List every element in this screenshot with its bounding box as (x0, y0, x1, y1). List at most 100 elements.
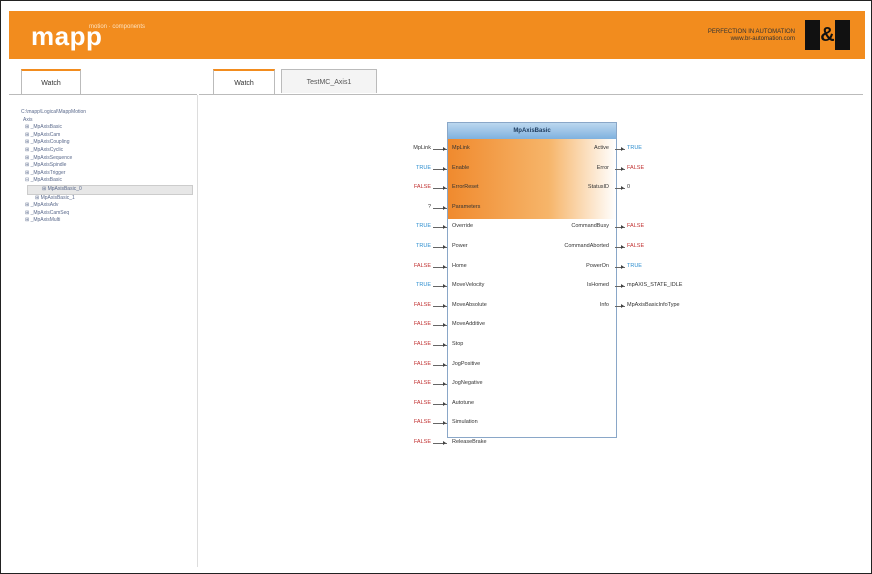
tree-item[interactable]: ⊞ _MpAxisTrigger (21, 170, 193, 178)
tab-watch[interactable]: Watch (213, 69, 275, 95)
app-frame: mapp motion · components PERFECTION IN A… (0, 0, 872, 574)
fb-input-value[interactable]: TRUE (379, 243, 431, 249)
tree-item[interactable]: ⊞ MpAxisBasic_1 (21, 195, 193, 203)
fb-output-value[interactable]: FALSE (627, 223, 644, 229)
tree-item[interactable]: ⊟ _MpAxisBasic (21, 177, 193, 185)
tree-item[interactable]: Axis (21, 117, 193, 125)
fb-output-pin: CommandBusy (571, 223, 609, 230)
fb-input-value[interactable]: FALSE (379, 361, 431, 367)
fb-output-pin: PowerOn (586, 262, 609, 269)
fb-input-pin: MoveAbsolute (452, 301, 487, 308)
fb-input-arrow (443, 225, 446, 230)
fb-input-arrow (443, 284, 446, 289)
fb-input-arrow (443, 186, 446, 191)
fb-input-arrow (443, 303, 446, 308)
fb-output-value[interactable]: TRUE (627, 145, 642, 151)
fb-output-pin: Info (599, 301, 609, 308)
fb-input-value[interactable]: ? (379, 204, 431, 210)
fb-input-value[interactable]: FALSE (379, 439, 431, 445)
fb-input-arrow (443, 401, 446, 406)
tree-items: Axis ⊞ _MpAxisBasic ⊞ _MpAxisCam ⊞ _MpAxisC… (21, 117, 193, 225)
tree-item[interactable]: ⊞ _MpAxisAdv (21, 202, 193, 210)
fb-input-arrow (443, 382, 446, 387)
fb-input-value[interactable]: TRUE (379, 165, 431, 171)
fb-input-arrow (443, 264, 446, 269)
sidebar-tab-watch[interactable]: Watch (21, 69, 81, 95)
fb-input-pin: MoveVelocity (452, 282, 485, 289)
logo-subtitle: motion · components (89, 24, 146, 30)
fb-input-pin: JogNegative (452, 380, 483, 387)
fb-output-arrow (621, 284, 624, 289)
tree-item[interactable]: ⊞ MpAxisBasic_0 (27, 184, 193, 195)
tree-item[interactable]: ⊞ _MpAxisCyclic (21, 147, 193, 155)
tree-item[interactable]: ⊞ _MpAxisCam (21, 132, 193, 140)
fb-output-value[interactable]: MpAxisBasicInfoType (627, 302, 680, 308)
fb-output-arrow (621, 166, 624, 171)
app-header: mapp motion · components PERFECTION IN A… (9, 11, 865, 59)
fb-input-arrow (443, 147, 446, 151)
fb-input-arrow (443, 421, 446, 426)
fb-output-value[interactable]: mpAXIS_STATE_IDLE (627, 282, 682, 288)
fb-input-value[interactable]: TRUE (379, 223, 431, 229)
fb-input-value[interactable]: FALSE (379, 400, 431, 406)
function-block-title: MpAxisBasic (448, 123, 616, 139)
fb-output-pin: Error (596, 164, 609, 171)
fb-input-pin: MoveAdditive (452, 321, 486, 328)
fb-input-value[interactable]: TRUE (379, 282, 431, 288)
fb-output-value[interactable]: 0 (627, 184, 630, 190)
fb-input-pin: MpLink (452, 145, 470, 151)
tree-root[interactable]: C:\mapp\Logical\MappMotion (21, 109, 193, 117)
fb-input-value[interactable]: FALSE (379, 341, 431, 347)
fb-input-arrow (443, 245, 446, 249)
br-logo: & (805, 20, 853, 52)
tree-item[interactable]: ⊞ _MpAxisCamSeq (21, 210, 193, 218)
fb-output-value[interactable]: FALSE (627, 243, 644, 249)
fb-input-arrow (443, 343, 446, 347)
fb-output-arrow (621, 245, 624, 249)
br-logo-left-block (805, 20, 820, 50)
fb-output-arrow (621, 303, 624, 308)
main-tab-divider (199, 94, 863, 95)
fb-output-pin: StatusID (587, 184, 609, 191)
fb-output-pin: CommandAborted (564, 243, 609, 249)
fb-input-pin: Parameters (452, 203, 481, 210)
sidebar: C:\mapp\Logical\MappMotion Axis ⊞ _MpAxis… (9, 95, 198, 567)
fb-output-pin: IsHomed (586, 282, 609, 289)
fb-input-value[interactable]: FALSE (379, 302, 431, 308)
fb-input-arrow (443, 362, 446, 367)
tree-item[interactable]: ⊞ _MpAxisCoupling (21, 139, 193, 147)
fb-input-value[interactable]: FALSE (379, 263, 431, 269)
br-logo-right-block (835, 20, 850, 50)
brand-line-2: www.br-automation.com (730, 36, 795, 42)
fb-output-value[interactable]: TRUE (627, 263, 642, 269)
fb-input-value[interactable]: FALSE (379, 321, 431, 327)
fb-input-pin: JogPositive (452, 360, 481, 367)
fb-input-value[interactable]: MpLink (379, 145, 431, 151)
fb-input-pin: Override (452, 223, 474, 230)
fb-input-pin: Home (452, 262, 467, 269)
fb-input-pin: Autotune (452, 399, 475, 406)
fb-output-value[interactable]: FALSE (627, 165, 644, 171)
brand-line-1: PERFECTION IN AUTOMATION (707, 29, 795, 35)
main-tabbar: Watch TestMC_Axis1 (213, 69, 863, 95)
fb-input-value[interactable]: FALSE (379, 419, 431, 425)
fb-input-value[interactable]: FALSE (379, 380, 431, 386)
fb-input-pin: ReleaseBrake (452, 439, 487, 445)
fb-input-pin: Simulation (452, 419, 478, 426)
tree-item[interactable]: ⊞ _MpAxisMulti (21, 217, 193, 225)
fb-input-arrow (443, 166, 446, 171)
tree-item[interactable]: ⊞ _MpAxisBasic (21, 124, 193, 132)
fb-input-pin: Power (452, 243, 468, 249)
variable-tree: C:\mapp\Logical\MappMotion Axis ⊞ _MpAxis… (21, 109, 193, 225)
tree-item[interactable]: ⊞ _MpAxisSpindle (21, 162, 193, 170)
br-logo-amp: & (820, 24, 835, 46)
fb-output-arrow (621, 264, 624, 269)
brand-tagline: PERFECTION IN AUTOMATION www.br-automati… (685, 29, 795, 43)
fb-input-pin: Enable (452, 164, 470, 171)
fb-input-value[interactable]: FALSE (379, 184, 431, 190)
tab-testmc-axis[interactable]: TestMC_Axis1 (281, 69, 377, 93)
sidebar-tabbar: Watch (21, 69, 197, 95)
fb-output-arrow (621, 186, 624, 191)
fb-output-arrow (621, 147, 624, 151)
tree-item[interactable]: ⊞ _MpAxisSequence (21, 155, 193, 163)
